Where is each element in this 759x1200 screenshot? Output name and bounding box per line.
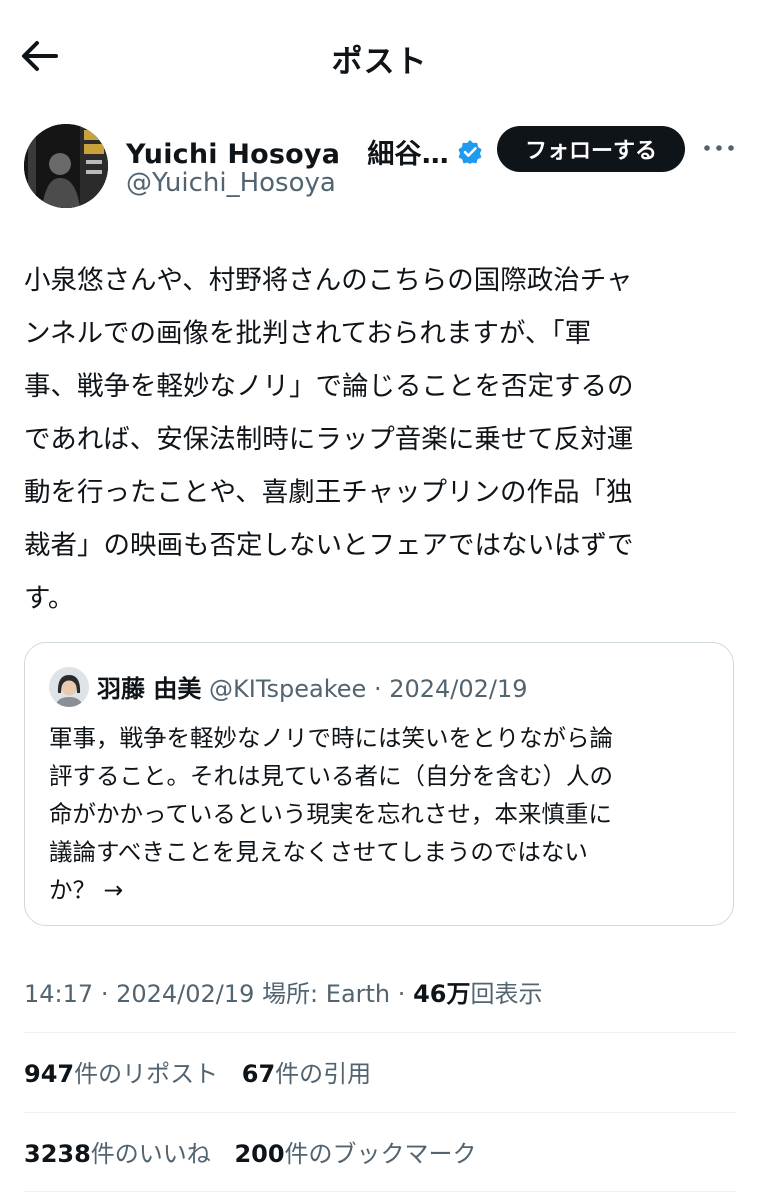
post-date[interactable]: 2024/02/19 [116,980,254,1008]
tweet-text-line: 裁者」の映画も否定しないとフェアではないはずで [24,530,634,561]
quoted-post-date: 2024/02/19 [389,675,528,703]
reposts-stat[interactable]: 947件のリポスト [24,1060,218,1088]
bookmarks-stat[interactable]: 200件のブックマーク [234,1140,476,1168]
quoted-post-text: 軍事，戦争を軽妙なノリで時には笑いをとりながら論 評すること。それは見ている者に… [49,719,719,909]
separator-dot: · [373,675,382,703]
author-name-row[interactable]: Yuichi Hosoya 細谷… [126,132,483,171]
quoted-text-line: か？ → [49,876,124,904]
quoted-post-header: 羽藤 由美 @KITspeakee · 2024/02/19 [97,669,528,704]
likes-label: 件のいいね [90,1140,211,1168]
stats-row-likes: 3238件のいいね 200件のブックマーク [24,1134,493,1169]
author-avatar[interactable] [24,124,108,208]
quotes-label: 件の引用 [275,1060,372,1088]
quoted-author-avatar [49,667,89,707]
views-label: 回表示 [470,980,543,1008]
verified-badge-icon [457,139,483,165]
tweet-text-line: 小泉悠さんや、村野将さんのこちらの国際政治チャ [24,265,633,296]
bookmarks-label: 件のブックマーク [284,1140,477,1168]
tweet-text-line: ンネルでの画像を批判されておられますが、「軍 [24,318,592,349]
stats-row-reposts: 947件のリポスト 67件の引用 [24,1054,387,1089]
author-handle[interactable]: @Yuichi_Hosoya [126,168,336,198]
divider [24,1112,736,1113]
bookmarks-count: 200 [234,1140,285,1168]
more-horizontal-icon [704,145,734,151]
quotes-count: 67 [241,1060,276,1088]
separator-dot: · [397,980,406,1008]
tweet-text-line: す。 [24,583,75,614]
post-time[interactable]: 14:17 [24,980,93,1008]
quoted-text-line: 命がかかっているという現実を忘れさせ，本来慎重に [49,800,612,828]
tweet-text-line: であれば、安保法制時にラップ音楽に乗せて反対運 [24,424,634,455]
tweet-text-line: 事、戦争を軽妙なノリ」で論じることを否定するの [24,371,634,402]
tweet-text: 小泉悠さんや、村野将さんのこちらの国際政治チャ ンネルでの画像を批判されておられ… [24,254,744,625]
quoted-text-line: 評すること。それは見ている者に（自分を含む）人の [49,762,613,790]
quotes-stat[interactable]: 67件の引用 [242,1060,371,1088]
post-location: 場所: Earth [262,980,391,1008]
separator-dot: · [100,980,109,1008]
more-options-button[interactable] [702,138,736,158]
views-count: 46万 [413,980,471,1008]
divider [24,1191,736,1192]
avatar-image [24,124,108,208]
reposts-count: 947 [24,1060,75,1088]
reposts-label: 件のリポスト [74,1060,219,1088]
likes-count: 3238 [24,1140,91,1168]
follow-button[interactable]: フォローする [497,126,685,172]
author-row: Yuichi Hosoya 細谷… @Yuichi_Hosoya フォローする [24,124,736,214]
quoted-text-line: 議論すべきことを見えなくさせてしまうのではない [49,838,588,866]
post-meta: 14:17 · 2024/02/19 場所: Earth · 46万回表示 [24,974,542,1009]
likes-stat[interactable]: 3238件のいいね [24,1140,211,1168]
quoted-author-handle: @KITspeakee [209,675,367,703]
page-title: ポスト [331,44,428,80]
author-display-name[interactable]: Yuichi Hosoya 細谷… [126,132,449,171]
quoted-post-card[interactable]: 羽藤 由美 @KITspeakee · 2024/02/19 軍事，戦争を軽妙な… [24,642,734,926]
top-bar: ポスト [0,0,759,112]
divider [24,1032,736,1033]
quoted-text-line: 軍事，戦争を軽妙なノリで時には笑いをとりながら論 [49,724,613,752]
tweet-text-line: 動を行ったことや、喜劇王チャップリンの作品「独 [24,477,633,508]
quoted-author-name: 羽藤 由美 [97,675,202,703]
